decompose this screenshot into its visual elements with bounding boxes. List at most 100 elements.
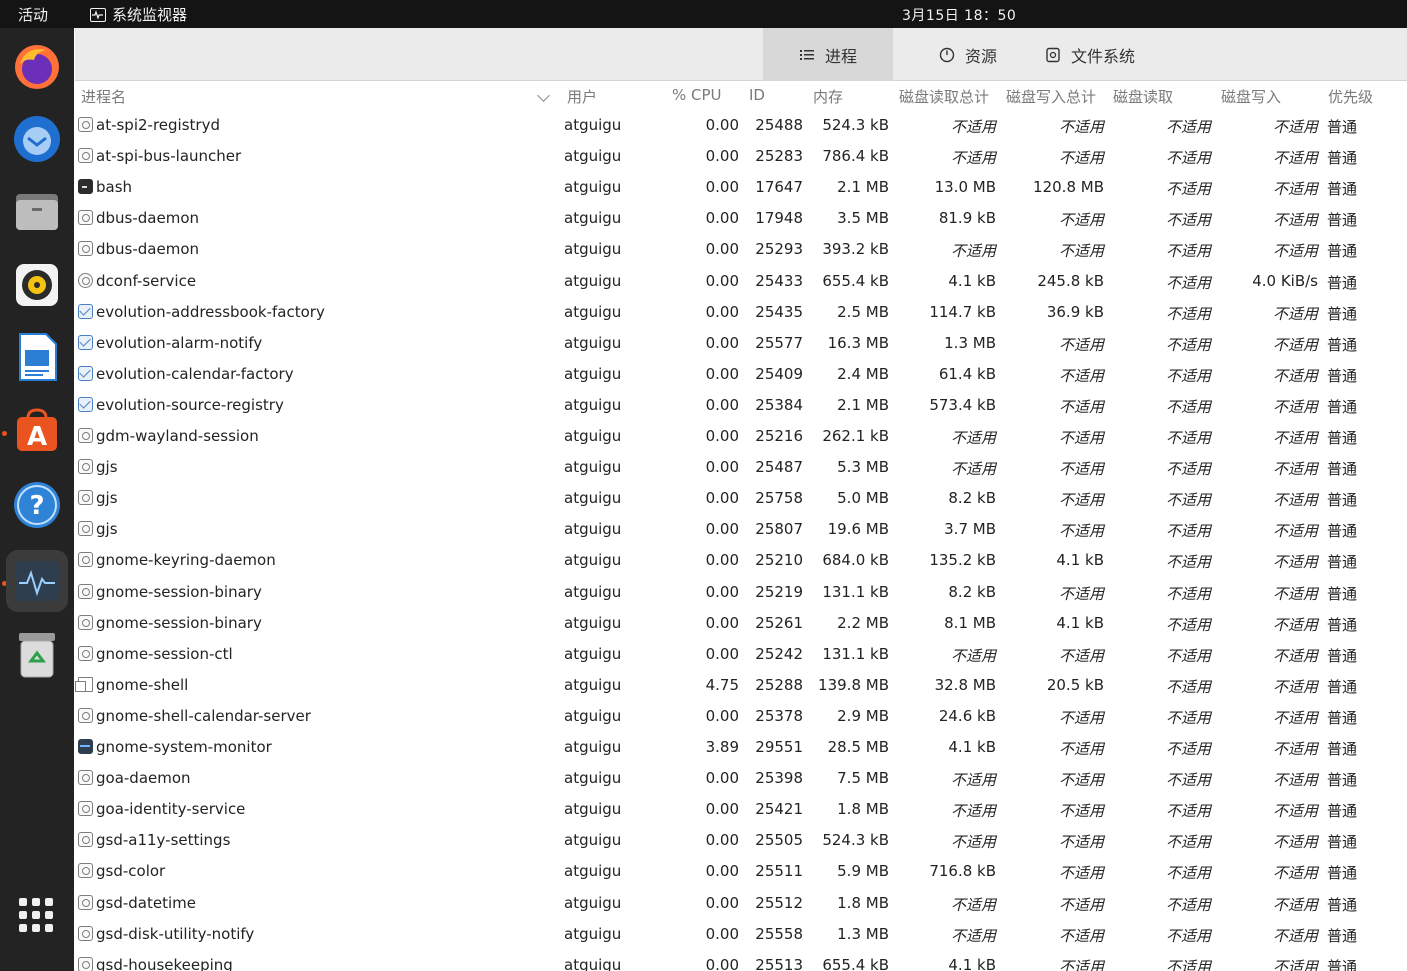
col-user[interactable]: 用户 bbox=[567, 86, 597, 107]
process-user: atguigu bbox=[564, 706, 622, 725]
col-priority[interactable]: 优先级 bbox=[1328, 86, 1373, 107]
terminal-icon bbox=[78, 179, 93, 195]
table-row[interactable]: gsd-datetime atguigu 0.00 25512 1.8 MB 不适用 不适用… bbox=[75, 889, 1407, 920]
table-row[interactable]: gnome-system-monitor atguigu 3.89 29551 28.5… bbox=[75, 733, 1407, 764]
table-row[interactable]: at-spi-bus-launcher atguigu 0.00 25283 786.4… bbox=[75, 142, 1407, 173]
process-name: at-spi-bus-launcher bbox=[96, 147, 242, 166]
col-cpu[interactable]: % CPU bbox=[672, 86, 722, 104]
process-cpu: 0.00 bbox=[705, 893, 739, 912]
process-user: atguigu bbox=[564, 893, 622, 912]
table-row[interactable]: gnome-session-binary atguigu 0.00 25219 131.… bbox=[75, 578, 1407, 609]
table-row[interactable]: gsd-housekeeping atguigu 0.00 25513 655.4 kB… bbox=[75, 951, 1407, 971]
process-name: gdm-wayland-session bbox=[96, 427, 259, 445]
process-table: at-spi2-registryd atguigu 0.00 25488 524.3 k… bbox=[75, 111, 1407, 971]
process-disk-read-total: 135.2 kB bbox=[929, 551, 996, 570]
table-row[interactable]: dbus-daemon atguigu 0.00 25293 393.2 kB 不适用 不适… bbox=[75, 235, 1407, 266]
col-disk-write[interactable]: 磁盘写入 bbox=[1221, 86, 1281, 107]
process-id: 29551 bbox=[755, 738, 803, 756]
process-memory: 2.5 MB bbox=[837, 302, 889, 321]
svg-text:A: A bbox=[27, 422, 47, 452]
process-name: dconf-service bbox=[96, 271, 197, 290]
process-id: 25378 bbox=[755, 706, 803, 725]
tab-file-systems[interactable]: 文件系统 bbox=[1035, 28, 1145, 81]
table-row[interactable]: evolution-source-registry atguigu 0.00 2538… bbox=[75, 391, 1407, 422]
process-name: gsd-a11y-settings bbox=[96, 831, 231, 850]
thunderbird-icon[interactable] bbox=[6, 108, 68, 170]
process-gear-icon bbox=[78, 521, 93, 537]
process-disk-write: 不适用 bbox=[1272, 553, 1318, 572]
col-disk-write-total[interactable]: 磁盘写入总计 bbox=[1006, 86, 1096, 107]
table-row[interactable]: gjs atguigu 0.00 25807 19.6 MB 3.7 MB 不适用 不适用 不适… bbox=[75, 515, 1407, 546]
process-user: atguigu bbox=[564, 427, 622, 445]
table-row[interactable]: gsd-color atguigu 0.00 25511 5.9 MB 716.8 kB 不… bbox=[75, 857, 1407, 888]
process-priority: 普通 bbox=[1327, 646, 1358, 665]
clock[interactable]: 3月15日 18：50 bbox=[902, 5, 1016, 25]
process-disk-write-total: 不适用 bbox=[1058, 926, 1104, 945]
process-memory: 1.8 MB bbox=[837, 893, 889, 912]
table-row[interactable]: dbus-daemon atguigu 0.00 17948 3.5 MB 81.9 kB… bbox=[75, 204, 1407, 235]
process-disk-write-total: 不适用 bbox=[1058, 491, 1104, 510]
table-row[interactable]: goa-identity-service atguigu 0.00 25421 1.8 … bbox=[75, 795, 1407, 826]
table-row[interactable]: gnome-keyring-daemon atguigu 0.00 25210 684.… bbox=[75, 546, 1407, 577]
libreoffice-writer-icon[interactable] bbox=[6, 326, 68, 388]
process-disk-read: 不适用 bbox=[1165, 180, 1211, 199]
table-row[interactable]: gsd-a11y-settings atguigu 0.00 25505 524.3 k… bbox=[75, 826, 1407, 857]
process-disk-read: 不适用 bbox=[1165, 584, 1211, 603]
table-row[interactable]: bash atguigu 0.00 17647 2.1 MB 13.0 MB 120.8 M… bbox=[75, 173, 1407, 204]
table-row[interactable]: evolution-calendar-factory atguigu 0.00 254… bbox=[75, 360, 1407, 391]
table-row[interactable]: evolution-alarm-notify atguigu 0.00 25577 16… bbox=[75, 329, 1407, 360]
table-row[interactable]: gnome-shell atguigu 4.75 25288 139.8 MB 32.8 … bbox=[75, 671, 1407, 702]
trash-icon[interactable] bbox=[6, 624, 68, 686]
table-row[interactable]: goa-daemon atguigu 0.00 25398 7.5 MB 不适用 不适用 不适… bbox=[75, 764, 1407, 795]
process-id: 17647 bbox=[755, 178, 803, 197]
process-disk-write-total: 20.5 kB bbox=[1046, 675, 1104, 694]
process-disk-write-total: 不适用 bbox=[1058, 397, 1104, 416]
table-row[interactable]: gjs atguigu 0.00 25487 5.3 MB 不适用 不适用 不适用 不适用 普通 bbox=[75, 453, 1407, 484]
process-disk-read: 不适用 bbox=[1165, 895, 1211, 914]
process-memory: 131.1 kB bbox=[822, 582, 889, 601]
table-row[interactable]: gnome-session-ctl atguigu 0.00 25242 131.1 k… bbox=[75, 640, 1407, 671]
table-row[interactable]: gdm-wayland-session atguigu 0.00 25216 262.1… bbox=[75, 422, 1407, 453]
firefox-icon[interactable] bbox=[6, 36, 68, 98]
activities-button[interactable]: 活动 bbox=[18, 4, 48, 25]
sort-descending-icon[interactable] bbox=[537, 89, 550, 102]
show-applications-icon[interactable] bbox=[19, 898, 53, 932]
table-row[interactable]: gnome-session-binary atguigu 0.00 25261 2.2 … bbox=[75, 609, 1407, 640]
system-monitor-icon[interactable] bbox=[6, 550, 68, 612]
process-disk-write: 不适用 bbox=[1272, 584, 1318, 603]
process-id: 25433 bbox=[755, 271, 803, 290]
table-row[interactable]: evolution-addressbook-factory atguigu 0.00… bbox=[75, 298, 1407, 329]
col-memory[interactable]: 内存 bbox=[813, 86, 843, 107]
table-row[interactable]: gnome-shell-calendar-server atguigu 0.00 25… bbox=[75, 702, 1407, 733]
table-row[interactable]: gjs atguigu 0.00 25758 5.0 MB 8.2 kB 不适用 不适用 不适用… bbox=[75, 484, 1407, 515]
help-icon[interactable]: ? bbox=[6, 474, 68, 536]
table-row[interactable]: dconf-service atguigu 0.00 25433 655.4 kB 4.1… bbox=[75, 267, 1407, 298]
process-disk-read: 不适用 bbox=[1165, 646, 1211, 665]
process-priority: 普通 bbox=[1327, 304, 1358, 323]
process-disk-read: 不适用 bbox=[1165, 802, 1211, 821]
tab-processes[interactable]: 进程 bbox=[763, 28, 893, 81]
tab-resources[interactable]: 资源 bbox=[913, 28, 1023, 81]
process-cpu: 0.00 bbox=[705, 427, 739, 445]
process-gear-icon bbox=[78, 925, 93, 941]
col-process-name[interactable]: 进程名 bbox=[81, 86, 126, 107]
process-id: 25210 bbox=[755, 551, 803, 570]
table-row[interactable]: gsd-disk-utility-notify atguigu 0.00 25558 1… bbox=[75, 920, 1407, 951]
process-disk-read: 不适用 bbox=[1165, 273, 1211, 292]
app-menu[interactable]: 系统监视器 bbox=[90, 4, 187, 25]
process-name: goa-identity-service bbox=[96, 800, 246, 819]
col-disk-read-total[interactable]: 磁盘读取总计 bbox=[899, 86, 989, 107]
col-disk-read[interactable]: 磁盘读取 bbox=[1113, 86, 1173, 107]
process-gear-icon bbox=[78, 583, 93, 599]
rhythmbox-icon[interactable] bbox=[6, 254, 68, 316]
process-disk-read-total: 不适用 bbox=[950, 802, 996, 821]
ubuntu-software-icon[interactable]: A bbox=[6, 398, 68, 460]
col-id[interactable]: ID bbox=[749, 86, 765, 104]
process-disk-read-total: 8.2 kB bbox=[948, 582, 996, 601]
process-memory: 1.3 MB bbox=[837, 924, 889, 943]
files-icon[interactable] bbox=[6, 180, 68, 242]
process-disk-write: 不适用 bbox=[1272, 740, 1318, 758]
process-id: 25487 bbox=[755, 458, 803, 477]
table-row[interactable]: at-spi2-registryd atguigu 0.00 25488 524.3 k… bbox=[75, 111, 1407, 142]
dconf-icon bbox=[78, 272, 93, 288]
